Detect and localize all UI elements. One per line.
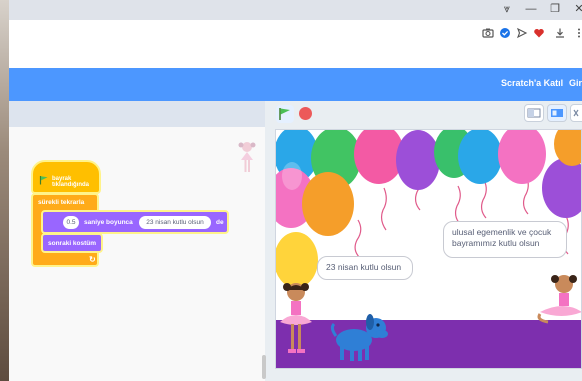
green-flag-icon (39, 176, 48, 185)
when-flag-clicked-block[interactable]: bayrak tıklandığında (31, 160, 101, 194)
forever-label: sürekli tekrarla (38, 199, 85, 206)
loop-arrow-icon: ↻ (89, 255, 96, 264)
large-stage-button[interactable] (547, 104, 567, 122)
tab-strip (9, 0, 582, 20)
say-text-input[interactable]: 23 nisan kutlu olsun (139, 216, 211, 229)
speech-bubble-right-line1: ulusal egemenlik ve çocuk (452, 227, 552, 237)
minimize-icon[interactable]: — (524, 2, 538, 16)
dancer-sprite-left (280, 283, 312, 353)
sign-in-link[interactable]: Giri (569, 78, 582, 88)
join-scratch-link[interactable]: Scratch'a Katıl (501, 78, 563, 88)
stop-button[interactable] (299, 107, 312, 120)
next-costume-label: sonraki kostüm (48, 240, 97, 247)
green-flag-button[interactable] (276, 105, 294, 123)
say-for-secs-block[interactable]: 0.5 saniye boyunca 23 nisan kutlu olsun … (41, 210, 229, 234)
speech-bubble-right-line2: bayramımız kutlu olsun (452, 238, 540, 248)
say-seconds-input[interactable]: 0.5 (63, 216, 79, 229)
scratch-menubar (9, 68, 582, 101)
speech-bubble-left-text: 23 nisan kutlu olsun (326, 262, 402, 272)
say-middle-label: saniye boyunca (84, 219, 133, 226)
camera-icon[interactable] (481, 27, 495, 41)
sprite-thumbnail-icon (238, 142, 256, 172)
stage[interactable]: 23 nisan kutlu olsun ulusal egemenlik ve… (275, 129, 582, 369)
download-icon[interactable] (553, 27, 567, 41)
dog-sprite (330, 314, 388, 361)
fullscreen-button[interactable] (570, 104, 582, 122)
small-stage-icon (527, 108, 541, 118)
next-costume-block[interactable]: sonraki kostüm (41, 233, 103, 253)
say-suffix-label: de (216, 219, 224, 226)
close-icon[interactable]: ✕ (572, 2, 582, 16)
speech-bubble-right: ulusal egemenlik ve çocuk bayramımız kut… (443, 221, 567, 258)
desktop-background (0, 0, 9, 381)
fullscreen-icon (573, 109, 579, 117)
send-icon[interactable] (515, 27, 529, 41)
dancer-sprite-right (537, 275, 581, 324)
restore-icon[interactable]: ❐ (548, 2, 562, 16)
speech-bubble-left: 23 nisan kutlu olsun (317, 256, 413, 280)
menu-icon[interactable] (572, 27, 582, 41)
green-flag-icon (279, 108, 290, 120)
tab-search-icon[interactable]: ⩔ (500, 2, 514, 16)
heart-icon[interactable] (532, 27, 546, 41)
small-stage-button[interactable] (524, 104, 544, 122)
code-scrollbar[interactable] (262, 355, 266, 379)
shield-check-icon[interactable] (498, 27, 512, 41)
hat-label: bayrak tıklandığında (52, 176, 90, 188)
large-stage-icon (551, 109, 563, 117)
editor-tab-bar (9, 101, 265, 128)
